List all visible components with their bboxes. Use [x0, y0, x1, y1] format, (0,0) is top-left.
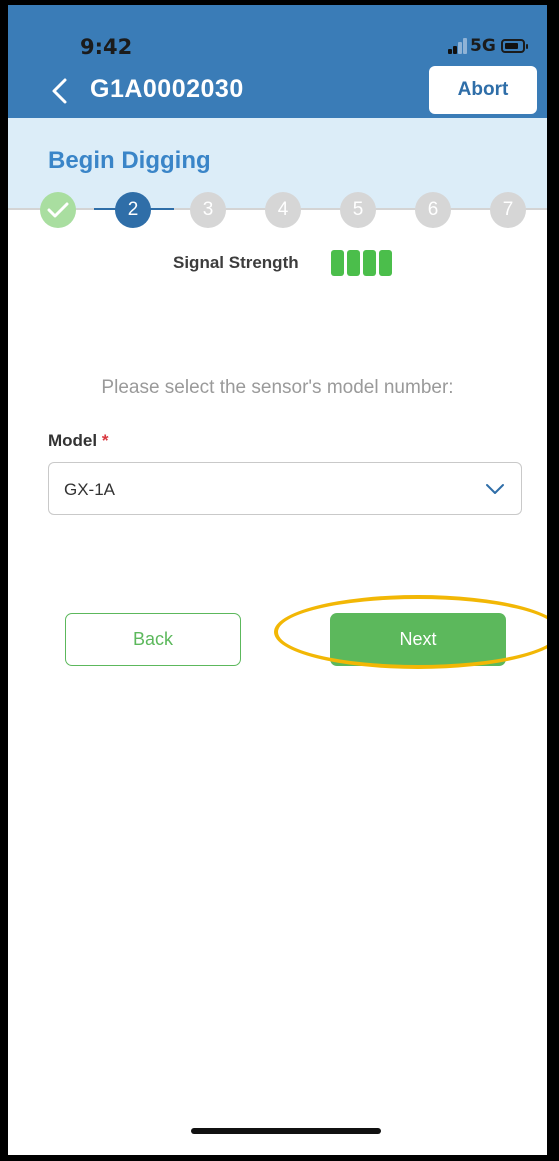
- page-title: G1A0002030: [90, 75, 244, 103]
- step-4: 4: [265, 192, 301, 228]
- step-1-complete: [40, 192, 76, 228]
- model-field-label: Model *: [48, 431, 108, 451]
- model-select[interactable]: GX-1A: [48, 462, 522, 515]
- model-label-text: Model: [48, 431, 98, 450]
- cell-signal-icon: [448, 38, 468, 54]
- back-button[interactable]: Back: [65, 613, 241, 666]
- signal-strength-icon: [331, 250, 393, 276]
- abort-button[interactable]: Abort: [429, 66, 537, 114]
- back-chevron-icon[interactable]: [48, 76, 72, 106]
- section-title: Begin Digging: [48, 147, 211, 174]
- step-6: 6: [415, 192, 451, 228]
- status-time: 9:42: [80, 35, 133, 59]
- network-type: 5G: [470, 36, 496, 56]
- step-3: 3: [190, 192, 226, 228]
- phone-screen: 9:42 5G G1A0002030 Abort Begin Digging 2: [8, 5, 547, 1155]
- required-marker: *: [101, 431, 109, 450]
- signal-strength-label: Signal Strength: [173, 253, 299, 272]
- app-header: 9:42 5G G1A0002030 Abort: [8, 5, 547, 118]
- step-7: 7: [490, 192, 526, 228]
- step-5: 5: [340, 192, 376, 228]
- model-select-value: GX-1A: [64, 480, 116, 499]
- step-2-current: 2: [115, 192, 151, 228]
- chevron-down-icon: [486, 484, 504, 494]
- model-prompt: Please select the sensor's model number:: [101, 377, 454, 398]
- battery-icon: [501, 39, 528, 53]
- home-indicator[interactable]: [191, 1128, 381, 1134]
- next-button[interactable]: Next: [330, 613, 506, 666]
- check-icon: [47, 202, 69, 218]
